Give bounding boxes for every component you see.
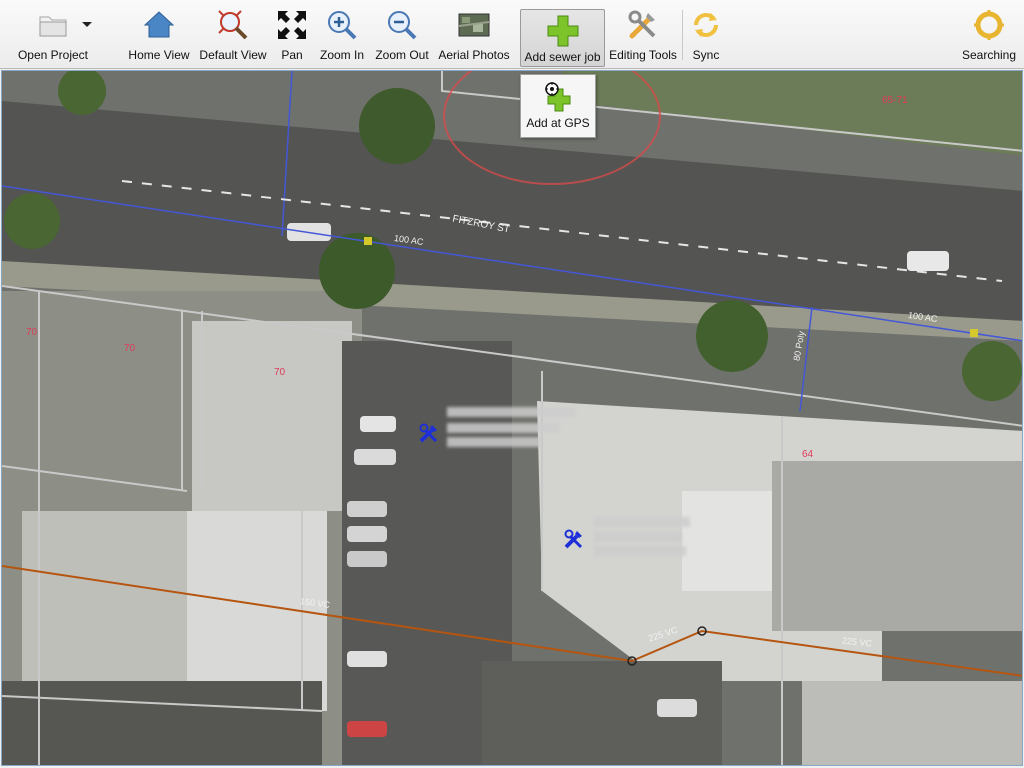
searching-button[interactable]: Searching <box>958 4 1020 64</box>
dropdown-arrow-icon <box>78 8 96 42</box>
pan-label: Pan <box>281 48 303 62</box>
zoom-out-button[interactable]: Zoom Out <box>374 4 430 64</box>
pan-arrows-icon <box>275 8 309 42</box>
main-toolbar: Open Project Home View Default View Pan … <box>0 0 1024 69</box>
home-view-label: Home View <box>128 48 190 62</box>
map-view[interactable]: FITZROY ST 100 AC 100 AC 80 Poly 150 VC … <box>1 70 1023 766</box>
default-view-button[interactable]: Default View <box>198 4 268 64</box>
home-view-button[interactable]: Home View <box>128 4 190 64</box>
pan-button[interactable]: Pan <box>272 4 312 64</box>
aerial-photos-label: Aerial Photos <box>438 48 510 62</box>
green-plus-icon <box>546 14 580 48</box>
home-icon <box>142 8 176 42</box>
lot-number-label: 64 <box>802 449 814 460</box>
sync-button[interactable]: Sync <box>686 4 726 64</box>
redacted-job-info <box>447 423 559 433</box>
lot-number-label: 70 <box>124 343 136 354</box>
magnifier-icon <box>216 8 250 42</box>
aerial-photo-icon <box>457 8 491 42</box>
sync-icon <box>689 8 723 42</box>
gps-target-icon <box>972 8 1006 42</box>
aerial-map <box>2 71 1022 765</box>
aerial-photos-button[interactable]: Aerial Photos <box>436 4 512 64</box>
job-tools-icon <box>419 423 438 443</box>
add-at-gps-label: Add at GPS <box>526 116 590 130</box>
editing-tools-label: Editing Tools <box>609 48 677 62</box>
zoom-out-label: Zoom Out <box>375 48 429 62</box>
tools-icon <box>626 8 660 42</box>
redacted-job-info <box>594 546 686 556</box>
redacted-job-info <box>594 532 682 542</box>
gps-plus-icon <box>542 81 574 113</box>
zoom-in-icon <box>325 8 359 42</box>
toolbar-separator <box>682 10 683 60</box>
redacted-job-info <box>447 407 575 417</box>
zoom-in-label: Zoom In <box>319 48 364 62</box>
add-sewer-job-button[interactable]: Add sewer job <box>520 9 605 67</box>
add-sewer-job-label: Add sewer job <box>524 50 601 64</box>
lot-number-label: 70 <box>274 367 286 378</box>
zoom-out-icon <box>385 8 419 42</box>
open-project-dropdown[interactable] <box>78 4 96 64</box>
lot-number-label: 70 <box>26 327 38 338</box>
searching-label: Searching <box>961 48 1017 62</box>
editing-tools-button[interactable]: Editing Tools <box>609 4 677 64</box>
add-at-gps-button[interactable]: Add at GPS <box>520 74 596 138</box>
redacted-job-info <box>594 517 690 527</box>
default-view-label: Default View <box>199 48 267 62</box>
job-tools-icon <box>564 529 583 549</box>
redacted-job-info <box>447 437 541 447</box>
zoom-in-button[interactable]: Zoom In <box>318 4 366 64</box>
lot-number-label: 65-71 <box>882 95 908 106</box>
sync-label: Sync <box>692 48 720 62</box>
folder-icon <box>36 8 70 42</box>
